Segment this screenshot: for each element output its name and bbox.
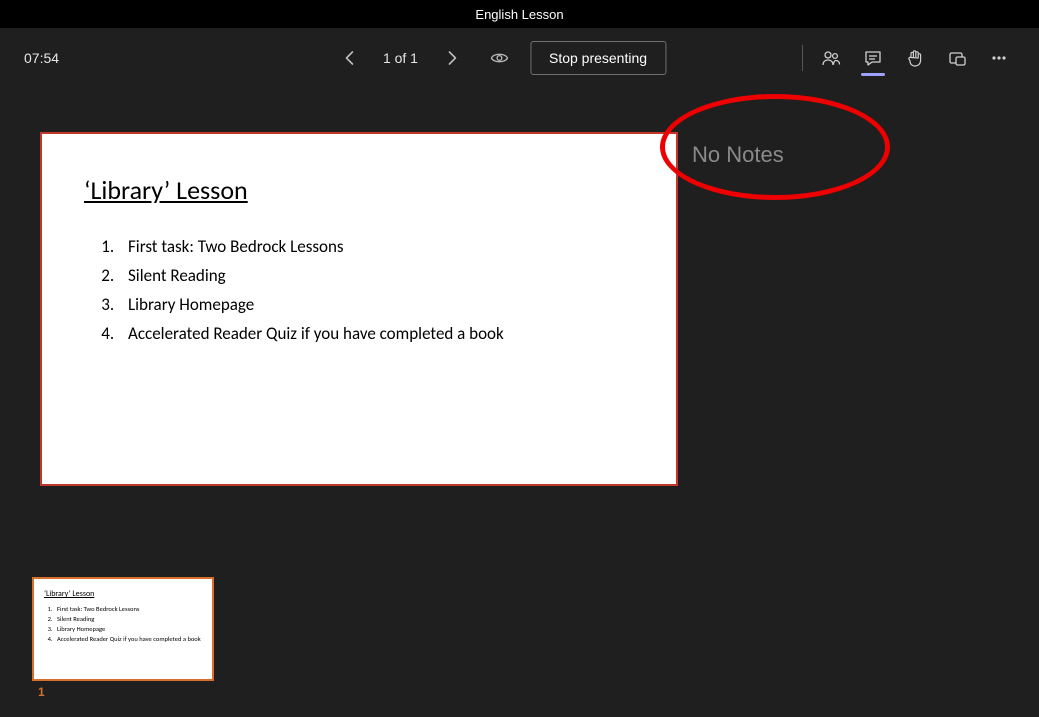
eye-icon bbox=[489, 48, 509, 68]
call-duration: 07:54 bbox=[24, 50, 59, 66]
participants-button[interactable] bbox=[811, 38, 851, 78]
slide-list-item: Library Homepage bbox=[118, 290, 634, 319]
prev-slide-button[interactable] bbox=[333, 41, 367, 75]
current-slide[interactable]: ‘Library’ Lesson First task: Two Bedrock… bbox=[40, 132, 678, 486]
thumb-number: 1 bbox=[38, 685, 214, 699]
slide-indicator: 1 of 1 bbox=[375, 50, 426, 66]
chat-icon bbox=[863, 48, 883, 68]
private-view-button[interactable] bbox=[482, 41, 516, 75]
thumbnail-strip: ‘Library’ Lesson First task: Two Bedrock… bbox=[32, 577, 214, 699]
stop-presenting-button[interactable]: Stop presenting bbox=[530, 41, 666, 75]
chat-button[interactable] bbox=[853, 38, 893, 78]
raise-hand-button[interactable] bbox=[895, 38, 935, 78]
chevron-left-icon bbox=[342, 50, 358, 66]
raise-hand-icon bbox=[905, 48, 925, 68]
thumb-list-item: First task: Two Bedrock Lessons bbox=[54, 604, 202, 614]
title-bar: English Lesson bbox=[0, 0, 1039, 28]
next-slide-button[interactable] bbox=[434, 41, 468, 75]
presenter-toolbar: 07:54 1 of 1 Stop presenting bbox=[0, 28, 1039, 88]
thumb-list-item: Silent Reading bbox=[54, 614, 202, 624]
chevron-right-icon bbox=[443, 50, 459, 66]
slide-title: ‘Library’ Lesson bbox=[84, 174, 634, 206]
thumb-list-item: Library Homepage bbox=[54, 624, 202, 634]
meeting-controls bbox=[796, 38, 1019, 78]
people-icon bbox=[821, 48, 841, 68]
toolbar-divider bbox=[802, 45, 803, 71]
thumb-title: ‘Library’ Lesson bbox=[44, 589, 202, 599]
slide-thumbnail[interactable]: ‘Library’ Lesson First task: Two Bedrock… bbox=[32, 577, 214, 681]
presentation-stage: ‘Library’ Lesson First task: Two Bedrock… bbox=[0, 88, 1039, 717]
notes-panel: No Notes bbox=[678, 132, 1029, 486]
slide-list-item: Accelerated Reader Quiz if you have comp… bbox=[118, 319, 634, 348]
meeting-title: English Lesson bbox=[475, 7, 563, 22]
more-icon bbox=[989, 48, 1009, 68]
more-actions-button[interactable] bbox=[979, 38, 1019, 78]
slide-list-item: Silent Reading bbox=[118, 261, 634, 290]
thumb-list-item: Accelerated Reader Quiz if you have comp… bbox=[54, 634, 202, 644]
slide-list: First task: Two Bedrock Lessons Silent R… bbox=[118, 232, 634, 348]
slide-list-item: First task: Two Bedrock Lessons bbox=[118, 232, 634, 261]
popout-icon bbox=[947, 48, 967, 68]
popout-button[interactable] bbox=[937, 38, 977, 78]
slide-nav-controls: 1 of 1 Stop presenting bbox=[333, 41, 666, 75]
notes-placeholder: No Notes bbox=[692, 142, 784, 167]
thumb-list: First task: Two Bedrock Lessons Silent R… bbox=[54, 604, 202, 644]
